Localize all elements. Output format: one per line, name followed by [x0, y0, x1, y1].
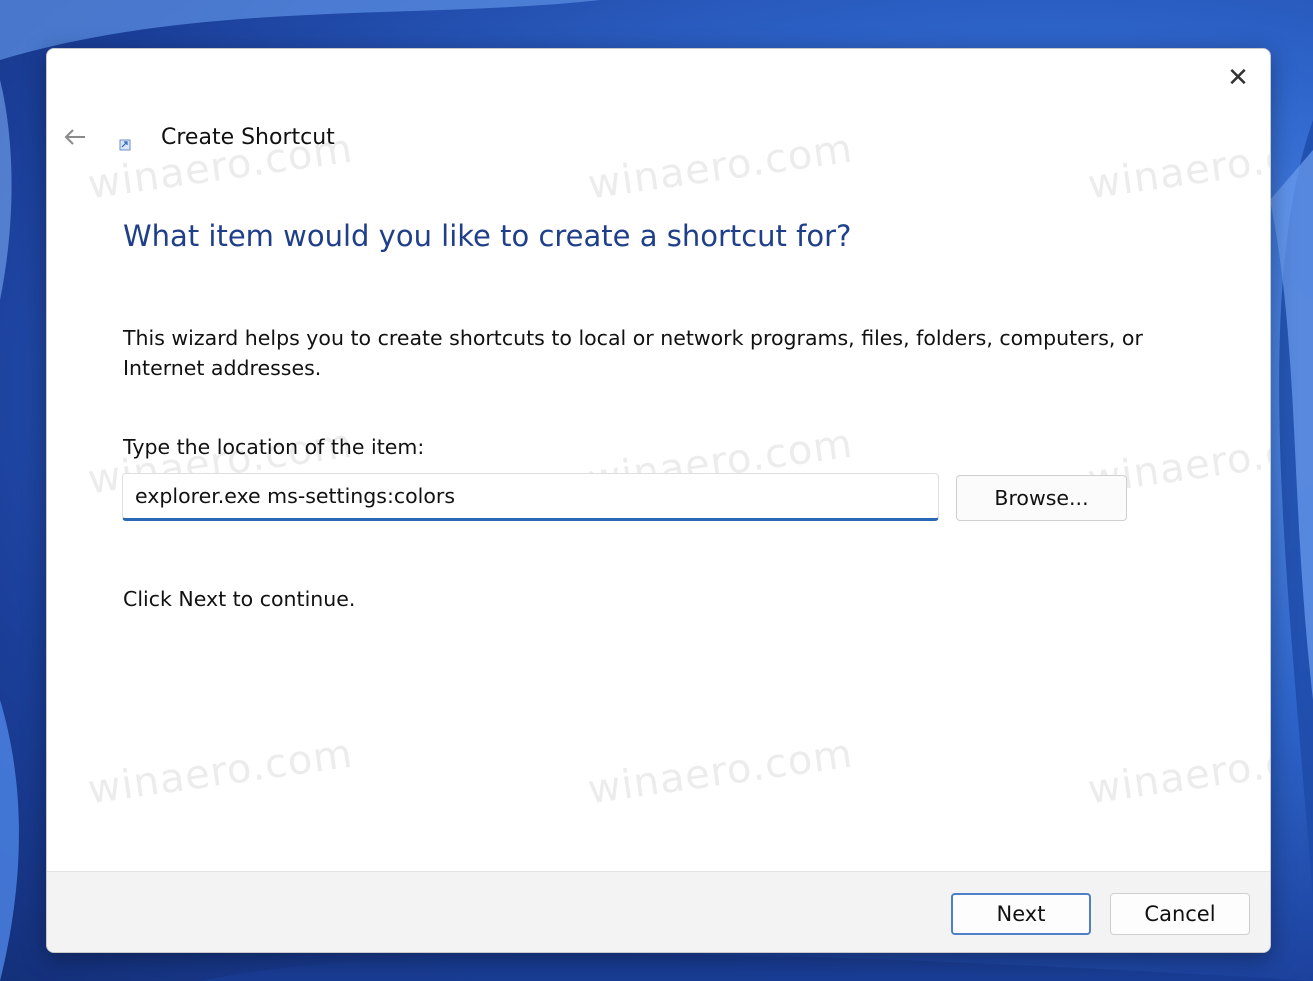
page-heading: What item would you like to create a sho… — [123, 219, 852, 253]
watermark: winaero.com — [85, 730, 356, 814]
window-title: Create Shortcut — [161, 125, 335, 150]
browse-button[interactable]: Browse... — [956, 475, 1127, 521]
shortcut-icon — [119, 139, 131, 151]
back-button[interactable] — [57, 121, 93, 153]
continue-hint: Click Next to continue. — [123, 587, 356, 611]
close-button[interactable]: ✕ — [1220, 59, 1256, 95]
next-button[interactable]: Next — [951, 893, 1091, 935]
wizard-description: This wizard helps you to create shortcut… — [123, 326, 1143, 380]
create-shortcut-dialog: winaero.com winaero.com winaero.com wina… — [46, 48, 1271, 953]
watermark: winaero.com — [585, 730, 856, 814]
watermark: winaero.com — [585, 125, 856, 209]
location-label: Type the location of the item: — [123, 435, 425, 459]
back-arrow-icon — [64, 129, 85, 145]
close-icon: ✕ — [1227, 61, 1249, 92]
dialog-footer: Next Cancel — [47, 871, 1270, 952]
watermark: winaero.com — [1085, 730, 1271, 814]
location-input[interactable] — [122, 473, 939, 521]
watermark: winaero.com — [1085, 125, 1271, 209]
cancel-button[interactable]: Cancel — [1110, 893, 1250, 935]
